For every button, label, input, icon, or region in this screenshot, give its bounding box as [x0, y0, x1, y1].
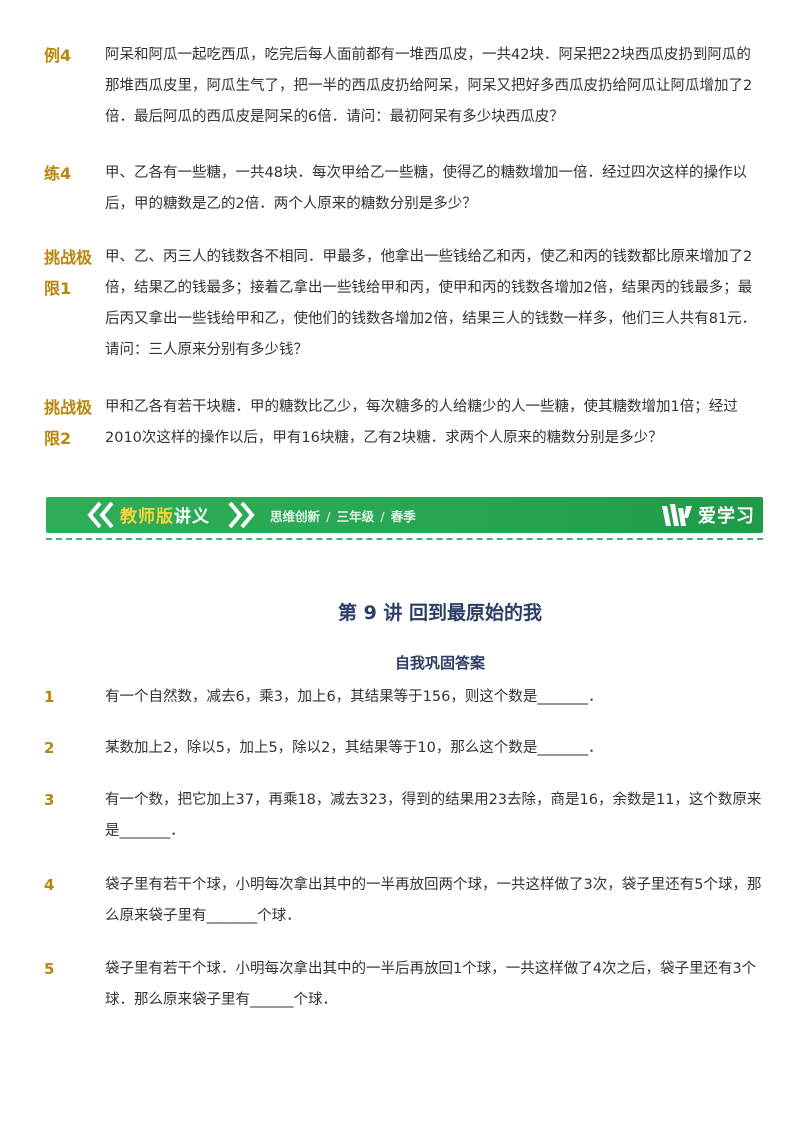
- banner-title-b: 讲义: [174, 507, 210, 527]
- teacher-edition-banner: 教师版讲义 思维创新 / 三年级 / 春季 爱学习: [46, 497, 763, 533]
- double-chevron-left-icon: [87, 501, 114, 529]
- question-4: 4 袋子里有若干个球，小明每次拿出其中的一半再放回两个球，一共这样做了3次，袋子…: [44, 870, 764, 932]
- banner-tags: 思维创新 / 三年级 / 春季: [270, 509, 416, 524]
- tag-grade: 三年级: [336, 509, 375, 524]
- lecture-title: 第 9 讲 回到最原始的我: [337, 602, 543, 624]
- question-text: 有一个自然数，减去6，乘3，加上6，其结果等于156，则这个数是_______．: [105, 689, 603, 705]
- problem-label: 例4: [44, 46, 72, 65]
- problem-text: 甲、乙、丙三人的钱数各不相同．甲最多，他拿出一些钱给乙和丙，使乙和丙的钱数都比原…: [105, 249, 757, 358]
- question-number: 1: [44, 688, 55, 706]
- question-text: 袋子里有若干个球．小明每次拿出其中的一半后再放回1个球，一共这样做了4次之后，袋…: [105, 961, 757, 1008]
- banner-title: 教师版讲义: [120, 502, 210, 527]
- question-text: 袋子里有若干个球，小明每次拿出其中的一半再放回两个球，一共这样做了3次，袋子里还…: [105, 877, 762, 924]
- problem-text: 甲、乙各有一些糖，一共48块．每次甲给乙一些糖，使得乙的糖数增加一倍．经过四次这…: [105, 165, 747, 212]
- problem-label: 挑战极限1: [44, 248, 93, 298]
- question-1: 1 有一个自然数，减去6，乘3，加上6，其结果等于156，则这个数是______…: [44, 682, 764, 713]
- logo-text: 爱学习: [698, 506, 755, 527]
- double-chevron-right-icon: [228, 501, 255, 529]
- challenge-1: 挑战极限1 甲、乙、丙三人的钱数各不相同．甲最多，他拿出一些钱给乙和丙，使乙和丙…: [44, 242, 764, 366]
- challenge-2: 挑战极限2 甲和乙各有若干块糖．甲的糖数比乙少，每次糖多的人给糖少的人一些糖，使…: [44, 392, 764, 454]
- tag-season: 春季: [390, 509, 416, 524]
- question-number: 5: [44, 960, 55, 978]
- banner-title-a: 教师版: [120, 507, 174, 527]
- question-5: 5 袋子里有若干个球．小明每次拿出其中的一半后再放回1个球，一共这样做了4次之后…: [44, 954, 764, 1016]
- dashed-divider: [46, 538, 763, 540]
- question-number: 4: [44, 876, 55, 894]
- question-3: 3 有一个数，把它加上37，再乘18，减去323，得到的结果用23去除，商是16…: [44, 785, 764, 847]
- question-number: 3: [44, 791, 55, 809]
- question-2: 2 某数加上2，除以5，加上5，除以2，其结果等于10，那么这个数是______…: [44, 733, 764, 764]
- problem-text: 阿呆和阿瓜一起吃西瓜，吃完后每人面前都有一堆西瓜皮，一共42块．阿呆把22块西瓜…: [105, 47, 753, 125]
- logo-icon: [662, 504, 692, 526]
- section-title: 自我巩固答案: [394, 654, 485, 672]
- problem-label: 练4: [44, 164, 72, 183]
- question-text: 某数加上2，除以5，加上5，除以2，其结果等于10，那么这个数是_______．: [105, 740, 603, 756]
- problem-label: 挑战极限2: [44, 398, 93, 448]
- example-4: 例4 阿呆和阿瓜一起吃西瓜，吃完后每人面前都有一堆西瓜皮，一共42块．阿呆把22…: [44, 40, 764, 133]
- problem-text: 甲和乙各有若干块糖．甲的糖数比乙少，每次糖多的人给糖少的人一些糖，使其糖数增加1…: [105, 399, 738, 446]
- question-number: 2: [44, 739, 55, 757]
- practice-4: 练4 甲、乙各有一些糖，一共48块．每次甲给乙一些糖，使得乙的糖数增加一倍．经过…: [44, 158, 764, 220]
- question-text: 有一个数，把它加上37，再乘18，减去323，得到的结果用23去除，商是16，余…: [105, 792, 762, 839]
- tag-thinking: 思维创新: [270, 509, 321, 524]
- aixuexi-logo: 爱学习: [660, 500, 755, 530]
